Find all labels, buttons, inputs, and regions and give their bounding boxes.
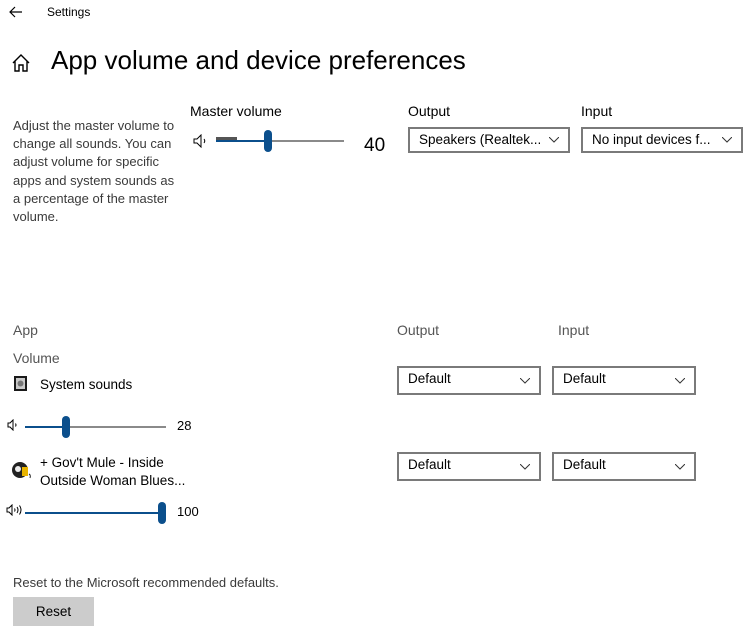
app-input-column-header: Input — [558, 322, 590, 338]
app-input-value: Default — [563, 371, 606, 386]
master-volume-value: 40 — [364, 135, 386, 156]
app-volume-value: 28 — [177, 418, 192, 433]
speaker-loud-icon[interactable] — [6, 504, 24, 516]
input-device-select[interactable]: No input devices f... — [581, 127, 743, 153]
chevron-down-icon — [549, 137, 559, 143]
master-volume-label: Master volume — [190, 103, 282, 119]
chevron-down-icon — [722, 137, 732, 143]
app-output-value: Default — [408, 371, 451, 386]
winamp-icon — [12, 462, 31, 479]
slider-thumb[interactable] — [158, 502, 166, 524]
app-name-line-1: + Gov't Mule - Inside — [40, 455, 164, 470]
app-volume-slider[interactable] — [25, 416, 166, 438]
speaker-icon[interactable] — [193, 134, 211, 148]
slider-fill — [25, 512, 162, 514]
speaker-icon[interactable] — [7, 419, 20, 431]
input-device-value: No input devices f... — [592, 132, 711, 147]
output-device-select[interactable]: Speakers (Realtek... — [408, 127, 570, 153]
app-input-select[interactable]: Default — [552, 366, 696, 395]
output-label: Output — [408, 103, 451, 119]
slider-fill — [216, 140, 268, 142]
system-sounds-icon — [14, 376, 27, 391]
master-volume-slider[interactable] — [216, 130, 344, 152]
app-input-select[interactable]: Default — [552, 452, 696, 481]
input-label: Input — [581, 103, 613, 119]
back-arrow-icon[interactable] — [6, 2, 26, 22]
window-title: Settings — [47, 5, 91, 19]
app-input-value: Default — [563, 457, 606, 472]
app-output-column-header: Output — [397, 322, 440, 338]
app-output-value: Default — [408, 457, 451, 472]
app-column-header: App — [13, 322, 38, 338]
chevron-down-icon — [520, 378, 530, 384]
output-device-value: Speakers (Realtek... — [419, 132, 542, 147]
master-volume-description: Adjust the master volume to change all s… — [13, 118, 175, 225]
home-icon[interactable] — [10, 52, 32, 74]
chevron-down-icon — [520, 464, 530, 470]
chevron-down-icon — [675, 464, 685, 470]
chevron-down-icon — [675, 378, 685, 384]
app-name: + Gov't Mule - Inside Outside Woman Blue… — [40, 454, 185, 490]
app-volume-slider[interactable] — [25, 502, 166, 524]
slider-fill — [25, 426, 66, 428]
reset-description: Reset to the Microsoft recommended defau… — [13, 575, 279, 590]
app-output-select[interactable]: Default — [397, 452, 541, 481]
volume-column-header: Volume — [13, 350, 60, 366]
app-output-select[interactable]: Default — [397, 366, 541, 395]
slider-thumb[interactable] — [62, 416, 70, 438]
app-volume-value: 100 — [177, 504, 199, 519]
slider-thumb[interactable] — [264, 130, 272, 152]
page-title: App volume and device preferences — [51, 45, 466, 75]
reset-button[interactable]: Reset — [13, 597, 94, 626]
app-name-line-2: Outside Woman Blues... — [40, 473, 186, 488]
app-name: System sounds — [40, 377, 133, 392]
